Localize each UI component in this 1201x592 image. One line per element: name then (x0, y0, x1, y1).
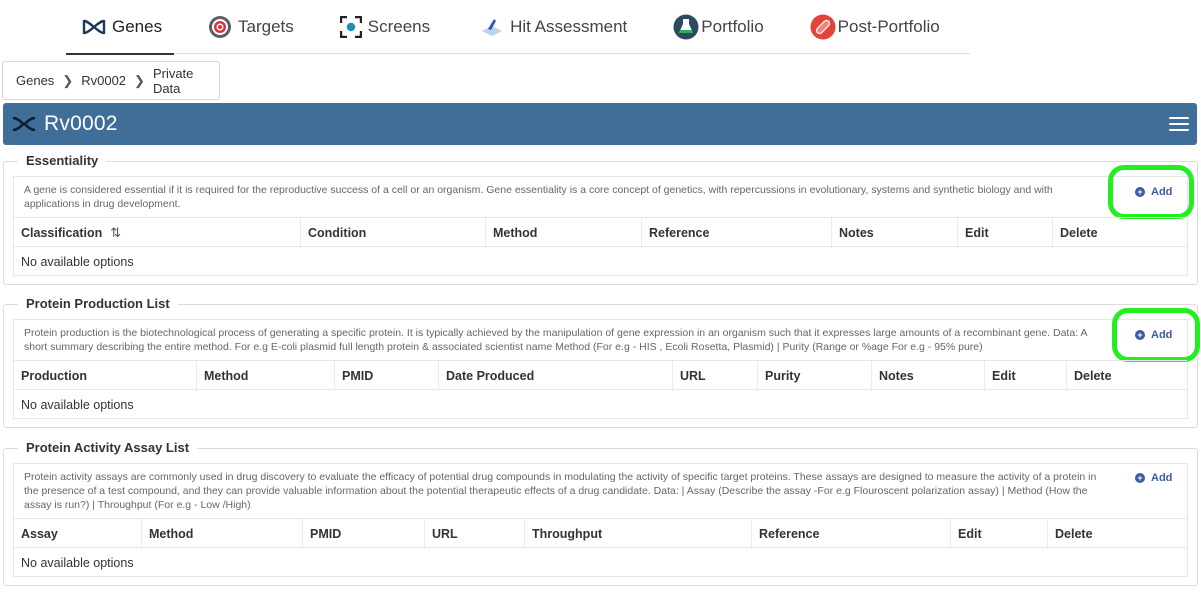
section-description: Protein activity assays are commonly use… (24, 471, 1097, 511)
col-condition: Condition (300, 218, 485, 248)
col-pmid: PMID (302, 519, 424, 549)
dna-icon (82, 19, 106, 35)
tab-genes[interactable]: Genes (66, 0, 174, 55)
col-delete: Delete (1052, 218, 1190, 248)
breadcrumb-genes[interactable]: Genes (16, 73, 54, 88)
target-icon (208, 15, 232, 39)
protein-production-table: Protein production is the biotechnologic… (13, 308, 1200, 419)
col-url: URL (424, 519, 524, 549)
col-purity: Purity (757, 361, 871, 391)
col-url: URL (672, 361, 757, 391)
empty-message: No available options (21, 398, 134, 412)
tab-hit-assessment[interactable]: Hit Assessment (480, 0, 627, 54)
col-delete: Delete (1047, 519, 1190, 549)
tab-label: Post-Portfolio (837, 16, 940, 36)
add-button[interactable]: + Add (1135, 186, 1172, 198)
tab-label: Genes (112, 16, 163, 36)
breadcrumb-gene[interactable]: Rv0002 (81, 73, 126, 88)
col-method: Method (141, 519, 302, 549)
section-description: A gene is considered essential if it is … (24, 184, 1053, 210)
section-legend: Protein Production List (18, 296, 178, 311)
section-legend: Essentiality (18, 153, 107, 168)
table-header: Production Method PMID Date Produced URL… (14, 360, 1190, 391)
gene-icon (12, 116, 36, 132)
protein-activity-section: Protein Activity Assay List Protein acti… (3, 440, 1198, 586)
col-method: Method (196, 361, 334, 391)
tab-targets[interactable]: Targets (208, 0, 294, 54)
col-production: Production (21, 369, 87, 383)
table-header: Classification ⇅ Condition Method Referen… (14, 217, 1190, 248)
empty-message: No available options (21, 556, 134, 570)
tab-label: Portfolio (701, 16, 764, 36)
empty-message: No available options (21, 255, 134, 269)
col-pmid: PMID (334, 361, 438, 391)
col-delete: Delete (1066, 361, 1190, 391)
hit-assessment-icon (480, 17, 504, 37)
plus-circle-icon: + (1135, 187, 1145, 197)
top-nav: Genes Targets Screens Hit Assessment Por… (66, 0, 970, 55)
add-label: Add (1151, 472, 1173, 484)
section-legend: Protein Activity Assay List (18, 440, 198, 455)
hamburger-menu-icon[interactable] (1169, 114, 1189, 134)
col-method: Method (485, 218, 641, 248)
breadcrumb-current: Private Data (152, 65, 194, 96)
add-label: Add (1151, 329, 1173, 341)
page-title: Rv0002 (44, 112, 118, 135)
col-notes: Notes (831, 218, 957, 248)
chevron-right-icon: ❯ (62, 72, 74, 88)
tab-screens[interactable]: Screens (339, 0, 431, 54)
col-reference: Reference (641, 218, 831, 248)
plus-circle-icon: + (1135, 330, 1145, 340)
gene-header: Rv0002 (3, 103, 1197, 145)
tab-label: Screens (367, 16, 431, 36)
tab-label: Hit Assessment (510, 16, 628, 36)
tab-post-portfolio[interactable]: Post-Portfolio (810, 0, 940, 54)
plus-circle-icon: + (1135, 473, 1145, 483)
protein-activity-table: Protein activity assays are commonly use… (13, 463, 1188, 577)
add-button[interactable]: + Add (1135, 329, 1172, 341)
flask-icon (673, 14, 699, 40)
col-date-produced: Date Produced (438, 361, 672, 391)
add-button[interactable]: + Add (1135, 472, 1172, 484)
col-reference: Reference (751, 519, 950, 549)
protein-production-section: Protein Production List Protein producti… (3, 296, 1200, 428)
chevron-right-icon: ❯ (134, 72, 145, 88)
screen-icon (339, 15, 362, 38)
pill-icon (810, 14, 836, 40)
tab-portfolio[interactable]: Portfolio (673, 0, 764, 54)
essentiality-section: Essentiality A gene is considered essent… (3, 153, 1198, 285)
col-classification[interactable]: Classification ⇅ (14, 218, 300, 248)
table-header: Assay Method PMID URL Throughput Referen… (14, 518, 1190, 549)
col-edit: Edit (984, 361, 1066, 391)
breadcrumb: Genes ❯ Rv0002 ❯ Private Data (2, 61, 220, 100)
essentiality-table: A gene is considered essential if it is … (13, 165, 1194, 276)
col-throughput: Throughput (524, 519, 751, 549)
col-edit: Edit (957, 218, 1052, 248)
col-assay: Assay (21, 527, 58, 541)
col-notes: Notes (871, 361, 984, 391)
section-description: Protein production is the biotechnologic… (24, 327, 1087, 353)
col-edit: Edit (950, 519, 1047, 549)
add-label: Add (1151, 186, 1173, 198)
tab-label: Targets (238, 16, 294, 36)
sort-icon[interactable]: ⇅ (110, 225, 121, 241)
